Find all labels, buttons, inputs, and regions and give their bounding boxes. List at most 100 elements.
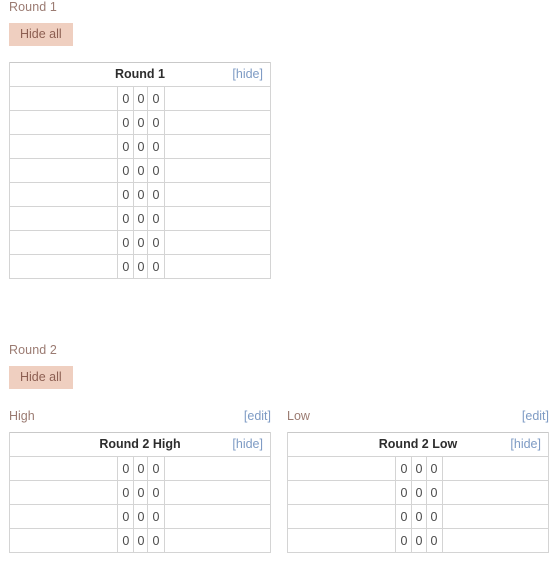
cell-digit-2[interactable]: 0	[133, 254, 149, 279]
cell-blank-left[interactable]	[8, 206, 119, 231]
cell-digit-3[interactable]: 0	[147, 206, 165, 231]
cell-digit-1[interactable]: 0	[117, 206, 135, 231]
cell-digit-2[interactable]: 0	[133, 86, 149, 111]
cell-digit-3[interactable]: 0	[425, 456, 443, 481]
table-row[interactable]: 0 0 0	[8, 182, 272, 207]
cell-blank-right[interactable]	[163, 182, 272, 207]
cell-digit-3[interactable]: 0	[147, 504, 165, 529]
cell-digit-3[interactable]: 0	[147, 134, 165, 159]
cell-digit-1[interactable]: 0	[117, 134, 135, 159]
cell-digit-1[interactable]: 0	[395, 504, 413, 529]
table-row[interactable]: 0 0 0	[286, 456, 550, 481]
cell-blank-right[interactable]	[163, 528, 272, 553]
cell-digit-2[interactable]: 0	[133, 456, 149, 481]
cell-digit-2[interactable]: 0	[411, 504, 427, 529]
cell-digit-3[interactable]: 0	[147, 110, 165, 135]
cell-digit-2[interactable]: 0	[133, 158, 149, 183]
cell-digit-3[interactable]: 0	[147, 230, 165, 255]
cell-blank-left[interactable]	[286, 528, 397, 553]
cell-digit-2[interactable]: 0	[133, 528, 149, 553]
cell-digit-1[interactable]: 0	[117, 456, 135, 481]
cell-digit-3[interactable]: 0	[147, 456, 165, 481]
cell-blank-right[interactable]	[163, 86, 272, 111]
table-row[interactable]: 0 0 0	[8, 230, 272, 255]
hide-all-button-round-1[interactable]: Hide all	[9, 23, 73, 46]
cell-digit-1[interactable]: 0	[117, 504, 135, 529]
table-row[interactable]: 0 0 0	[8, 456, 272, 481]
cell-digit-1[interactable]: 0	[117, 480, 135, 505]
cell-blank-right[interactable]	[441, 456, 550, 481]
round-2-low-hide-link[interactable]: [hide]	[510, 433, 541, 456]
cell-digit-3[interactable]: 0	[147, 182, 165, 207]
cell-blank-left[interactable]	[8, 182, 119, 207]
cell-blank-left[interactable]	[8, 480, 119, 505]
table-row[interactable]: 0 0 0	[8, 254, 272, 279]
round-2-high-edit-link[interactable]: [edit]	[244, 409, 271, 423]
cell-blank-left[interactable]	[8, 456, 119, 481]
cell-digit-2[interactable]: 0	[133, 230, 149, 255]
cell-blank-right[interactable]	[163, 206, 272, 231]
cell-digit-1[interactable]: 0	[395, 480, 413, 505]
cell-digit-2[interactable]: 0	[133, 480, 149, 505]
cell-blank-left[interactable]	[286, 504, 397, 529]
cell-digit-1[interactable]: 0	[117, 182, 135, 207]
cell-blank-right[interactable]	[163, 456, 272, 481]
cell-digit-1[interactable]: 0	[117, 158, 135, 183]
cell-digit-2[interactable]: 0	[133, 110, 149, 135]
cell-digit-1[interactable]: 0	[395, 456, 413, 481]
cell-digit-2[interactable]: 0	[133, 182, 149, 207]
cell-digit-1[interactable]: 0	[117, 230, 135, 255]
cell-digit-1[interactable]: 0	[117, 528, 135, 553]
cell-blank-right[interactable]	[163, 480, 272, 505]
cell-blank-right[interactable]	[441, 480, 550, 505]
table-row[interactable]: 0 0 0	[286, 504, 550, 529]
table-row[interactable]: 0 0 0	[8, 134, 272, 159]
cell-digit-3[interactable]: 0	[147, 254, 165, 279]
cell-blank-right[interactable]	[163, 254, 272, 279]
cell-digit-2[interactable]: 0	[411, 456, 427, 481]
cell-digit-1[interactable]: 0	[395, 528, 413, 553]
table-row[interactable]: 0 0 0	[8, 158, 272, 183]
table-row[interactable]: 0 0 0	[8, 528, 272, 553]
cell-blank-left[interactable]	[286, 480, 397, 505]
cell-digit-3[interactable]: 0	[147, 480, 165, 505]
cell-digit-2[interactable]: 0	[133, 504, 149, 529]
cell-blank-right[interactable]	[163, 110, 272, 135]
table-row[interactable]: 0 0 0	[8, 86, 272, 111]
cell-blank-right[interactable]	[163, 134, 272, 159]
cell-digit-1[interactable]: 0	[117, 110, 135, 135]
cell-digit-3[interactable]: 0	[425, 504, 443, 529]
cell-blank-left[interactable]	[8, 230, 119, 255]
cell-blank-right[interactable]	[441, 504, 550, 529]
table-row[interactable]: 0 0 0	[286, 528, 550, 553]
cell-digit-2[interactable]: 0	[133, 206, 149, 231]
cell-digit-3[interactable]: 0	[425, 528, 443, 553]
cell-blank-right[interactable]	[163, 158, 272, 183]
cell-blank-left[interactable]	[8, 110, 119, 135]
cell-digit-2[interactable]: 0	[133, 134, 149, 159]
cell-blank-left[interactable]	[8, 86, 119, 111]
round-2-high-hide-link[interactable]: [hide]	[232, 433, 263, 456]
cell-digit-3[interactable]: 0	[147, 86, 165, 111]
cell-digit-3[interactable]: 0	[425, 480, 443, 505]
cell-blank-right[interactable]	[163, 504, 272, 529]
cell-blank-left[interactable]	[8, 158, 119, 183]
table-row[interactable]: 0 0 0	[8, 110, 272, 135]
cell-blank-right[interactable]	[163, 230, 272, 255]
cell-digit-2[interactable]: 0	[411, 528, 427, 553]
hide-all-button-round-2[interactable]: Hide all	[9, 366, 73, 389]
cell-blank-left[interactable]	[8, 528, 119, 553]
table-row[interactable]: 0 0 0	[8, 480, 272, 505]
cell-digit-2[interactable]: 0	[411, 480, 427, 505]
table-row[interactable]: 0 0 0	[8, 504, 272, 529]
cell-blank-left[interactable]	[8, 504, 119, 529]
cell-digit-3[interactable]: 0	[147, 158, 165, 183]
cell-digit-1[interactable]: 0	[117, 254, 135, 279]
round-1-hide-link[interactable]: [hide]	[232, 63, 263, 86]
cell-digit-1[interactable]: 0	[117, 86, 135, 111]
round-2-low-edit-link[interactable]: [edit]	[522, 409, 549, 423]
table-row[interactable]: 0 0 0	[8, 206, 272, 231]
cell-blank-left[interactable]	[8, 254, 119, 279]
table-row[interactable]: 0 0 0	[286, 480, 550, 505]
cell-blank-right[interactable]	[441, 528, 550, 553]
